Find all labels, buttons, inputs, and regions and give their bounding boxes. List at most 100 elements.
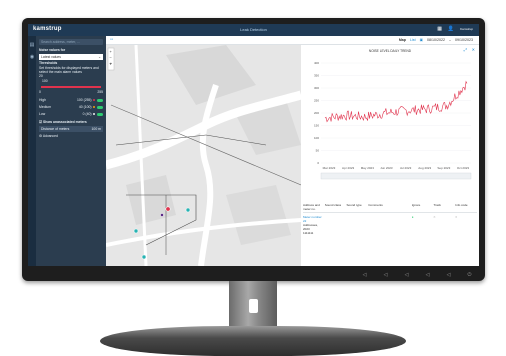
advanced-row[interactable]: ⚙ Advanced (36, 134, 106, 139)
white-dot-icon (92, 112, 95, 116)
meter-marker[interactable] (185, 207, 191, 213)
map-svg: + − ⌖ (106, 45, 301, 266)
calendar-icon[interactable]: ▣ (420, 38, 423, 42)
row-extra: 1111111 (303, 231, 314, 235)
layout-icon[interactable]: ▭ (110, 37, 113, 41)
map-view[interactable]: + − ⌖ (106, 45, 301, 266)
search-input[interactable]: Search address, meter, ... (39, 39, 103, 45)
table-row[interactable]: Meter number 22 Addresses, 2023 1111111 … (303, 213, 477, 235)
table-header: Address and meter no. Sound class Sound ty… (303, 203, 477, 213)
user-name[interactable]: Kamstrup (460, 27, 473, 31)
apps-grid-icon[interactable]: ▦ (437, 26, 442, 32)
orange-dot-icon (92, 105, 95, 109)
date-separator: – (449, 37, 451, 42)
x-tick-label: Jul 2023 (400, 166, 412, 170)
bezel-button[interactable]: ◁ (382, 272, 389, 278)
slider-mid-label: 100 (42, 79, 48, 83)
y-tick-label: 150 (314, 124, 319, 128)
bezel-button[interactable]: ◁ (361, 272, 368, 278)
medium-toggle[interactable] (97, 105, 103, 109)
unassociated-row[interactable]: ☑ Show unassociated meters (36, 120, 106, 125)
period-value: Latest values (41, 55, 61, 59)
distance-unit: m (98, 127, 101, 131)
level-low-label: Low (39, 112, 46, 116)
column-header[interactable]: Address and meter no. (303, 203, 325, 211)
app-title: Leak Detection (240, 27, 267, 32)
meter-marker-high[interactable] (165, 206, 171, 212)
monitor: kamstrup Leak Detection ▦ 👤 Kamstrup ▤ ◉… (22, 18, 485, 281)
x-tick-label: May 2023 (361, 166, 375, 170)
monitor-stand (229, 281, 277, 329)
level-medium: Medium 40 (100) (36, 105, 106, 110)
column-header[interactable]: Comments (368, 203, 390, 211)
row-address[interactable]: Meter number 22 (303, 215, 325, 223)
track-check[interactable]: ○ (434, 215, 456, 235)
close-icon[interactable]: ✕ (472, 47, 475, 52)
meter-marker[interactable] (141, 254, 147, 260)
y-tick-label: 100 (314, 136, 319, 140)
slider-range: 0 255 (36, 90, 106, 95)
expand-icon[interactable]: ⤢ (464, 47, 467, 52)
distance-label: Distance of meters (41, 127, 70, 131)
x-tick-label: Oct 2023 (457, 166, 470, 170)
x-tick-label: Apr 2023 (342, 166, 355, 170)
period-select[interactable]: Latest values ⌄ (39, 54, 103, 60)
range-navigator[interactable] (320, 172, 472, 180)
bezel-button[interactable]: ⏻ (466, 272, 473, 278)
level-high: High 100 (255) (36, 98, 106, 103)
noise-heading: Noise values for (39, 48, 66, 52)
threshold-slider[interactable] (41, 86, 101, 88)
x-tick-label: Jun 2023 (380, 166, 393, 170)
bezel-buttons: ◁ ◁ ◁ ◁ ◁ ⏻ (361, 272, 473, 278)
distance-select[interactable]: Distance of meters 100 m (39, 126, 103, 132)
high-toggle[interactable] (97, 98, 103, 102)
view-toolbar: ▭ Map List ▣ 08/10/2022 – 09/10/2023 (106, 36, 479, 45)
level-high-label: High (39, 98, 46, 102)
user-icon[interactable]: 👤 (448, 26, 454, 32)
checkbox-icon[interactable]: ☑ (39, 120, 42, 124)
level-medium-value: 40 (100) (78, 105, 92, 109)
location-icon[interactable]: ◉ (28, 54, 36, 60)
column-header[interactable]: Track (434, 203, 456, 211)
y-tick-label: 0 (317, 161, 319, 165)
y-tick-label: 250 (314, 99, 319, 103)
sidebar-icons: ▤ ◉ (28, 36, 36, 266)
column-header[interactable]: Sound class (325, 203, 347, 211)
ignore-check[interactable]: ● (412, 215, 434, 235)
column-header[interactable]: Info code (455, 203, 477, 211)
layers-icon[interactable]: ▤ (28, 42, 36, 48)
level-low: Low 0 (40) (36, 112, 106, 117)
chart-title: NOISE LEVEL DAILY TREND (368, 49, 412, 53)
slider-max-label: 255 (97, 90, 103, 94)
view-map-button[interactable]: Map (399, 38, 406, 42)
noise-chart[interactable]: 400 350 300 250 200 150 100 50 0 Mar 2023 Apr 202… (301, 55, 479, 185)
level-high-value: 100 (255) (76, 98, 92, 102)
bezel-button[interactable]: ◁ (403, 272, 410, 278)
y-tick-label: 200 (314, 111, 319, 115)
level-medium-label: Medium (39, 105, 52, 109)
thresholds-text: Set thresholds for displayed meters and … (39, 66, 99, 74)
top-right: ▦ 👤 Kamstrup (437, 26, 473, 32)
y-tick-label: 300 (314, 86, 319, 90)
column-header[interactable]: Ignore (412, 203, 434, 211)
view-list-button[interactable]: List (410, 38, 416, 42)
meter-marker[interactable] (133, 228, 139, 234)
noise-series-line (324, 80, 468, 123)
column-header[interactable]: Sound type (347, 203, 369, 211)
date-from[interactable]: 08/10/2022 (427, 38, 445, 42)
x-tick-label: Mar 2023 (323, 166, 336, 170)
x-tick-label: Sep 2023 (437, 166, 450, 170)
y-tick-label: 50 (316, 149, 320, 153)
meter-marker[interactable] (160, 213, 164, 217)
column-header[interactable] (390, 203, 412, 211)
info-check[interactable]: ○ (455, 215, 477, 235)
slider-min-label: 0 (39, 90, 41, 94)
gear-icon: ⚙ (39, 134, 43, 138)
level-low-value: 0 (40) (82, 112, 92, 116)
bezel-button[interactable]: ◁ (424, 272, 431, 278)
bezel-button[interactable]: ◁ (445, 272, 452, 278)
low-toggle[interactable] (97, 112, 103, 116)
date-to[interactable]: 09/10/2023 (455, 38, 473, 42)
red-dot-icon (92, 98, 95, 102)
detail-panel: NOISE LEVEL DAILY TREND ⤢ ✕ 400 350 300 250… (301, 45, 479, 266)
